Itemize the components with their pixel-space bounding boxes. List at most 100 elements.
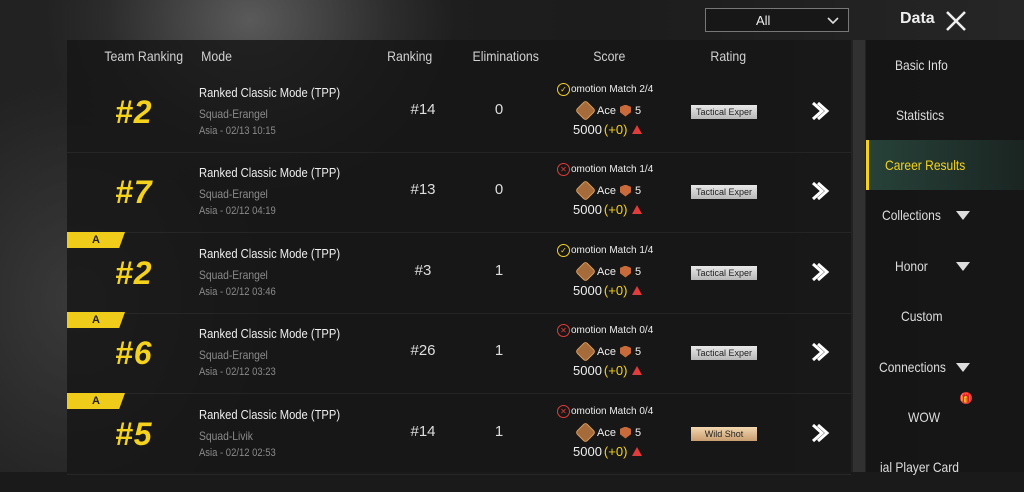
shield-icon	[619, 184, 631, 197]
chevron-right-icon[interactable]	[808, 341, 830, 363]
sidebar-item-statistics[interactable]: Statistics	[866, 90, 1024, 140]
match-date: Asia - 02/13 10:15	[199, 125, 276, 137]
dropdown-triangle-icon	[956, 363, 970, 372]
sidebar-item-wow[interactable]: WOW	[866, 392, 1024, 442]
filter-dropdown[interactable]: All	[705, 8, 849, 32]
sidebar-item-ial-player-card[interactable]: ial Player Card	[866, 442, 1024, 492]
score-value: 5000	[573, 122, 602, 137]
warning-icon	[632, 286, 643, 295]
chevron-right-icon[interactable]	[808, 180, 830, 202]
sidebar-item-label: Connections	[879, 359, 946, 375]
promotion-text: omotion Match 1/4	[571, 245, 654, 256]
ranking-value: #14	[410, 101, 436, 118]
score-value: 5000	[573, 283, 602, 298]
sidebar-item-custom[interactable]: Custom	[866, 291, 1024, 341]
map-name: Squad-Livik	[199, 429, 253, 443]
tier-name: Ace	[597, 184, 616, 197]
tier-level: 5	[634, 104, 642, 117]
sidebar-item-career-results[interactable]: Career Results	[866, 140, 1024, 190]
team-rank: #6	[115, 335, 153, 371]
column-header-team-ranking: Team Ranking	[104, 48, 184, 64]
column-header-eliminations: Eliminations	[472, 48, 539, 64]
eliminations-value: 0	[494, 101, 504, 118]
table-row[interactable]: #2 Ranked Classic Mode (TPP) Squad-Erang…	[67, 72, 851, 153]
column-header-mode: Mode	[201, 48, 232, 64]
cross-circle-icon: ✕	[557, 405, 570, 418]
tier: Ace 5	[574, 99, 642, 122]
sidebar-item-collections[interactable]: Collections	[866, 190, 1024, 240]
promotion-status: ✓ omotion Match 2/4	[557, 83, 697, 96]
tier: Ace 5	[574, 421, 642, 444]
filter-value: All	[756, 13, 771, 28]
table-row[interactable]: A #5 Ranked Classic Mode (TPP) Squad-Liv…	[67, 393, 851, 475]
sidebar-item-label: Custom	[901, 308, 943, 324]
team-rank: #2	[115, 255, 153, 291]
sidebar-item-label: WOW	[908, 409, 941, 425]
shield-icon	[619, 104, 631, 117]
gift-icon: 🎁	[960, 392, 972, 404]
scrollbar[interactable]	[853, 40, 865, 472]
promotion-status: ✓ omotion Match 1/4	[557, 244, 697, 257]
table-row[interactable]: A #2 Ranked Classic Mode (TPP) Squad-Era…	[67, 232, 851, 314]
shield-icon	[619, 265, 631, 278]
mode-name: Ranked Classic Mode (TPP)	[199, 407, 341, 422]
tier-name: Ace	[597, 426, 616, 439]
check-circle-icon: ✓	[557, 244, 570, 257]
mode-name: Ranked Classic Mode (TPP)	[199, 165, 341, 180]
table-row[interactable]: #7 Ranked Classic Mode (TPP) Squad-Erang…	[67, 152, 851, 233]
score-delta: (+0)	[603, 283, 628, 298]
promotion-text: omotion Match 0/4	[571, 325, 654, 336]
eliminations-value: 1	[494, 423, 504, 440]
mode-name: Ranked Classic Mode (TPP)	[199, 326, 341, 341]
shield-icon	[619, 426, 631, 439]
tier: Ace 5	[574, 340, 641, 363]
sidebar-item-label: Basic Info	[895, 57, 948, 73]
sidebar-item-honor[interactable]: Honor	[866, 241, 1024, 291]
rating-label: Tactical Exper	[691, 346, 757, 360]
eliminations-value: 1	[494, 342, 504, 359]
table-row[interactable]: A #6 Ranked Classic Mode (TPP) Squad-Era…	[67, 312, 851, 394]
map-name: Squad-Erangel	[199, 107, 268, 121]
warning-icon	[632, 447, 643, 456]
tier-medal-icon	[574, 340, 597, 363]
rating-label: Tactical Exper	[691, 266, 757, 280]
map-name: Squad-Erangel	[199, 187, 268, 201]
close-icon[interactable]	[945, 10, 967, 32]
score: 5000 (+0)	[573, 202, 643, 217]
column-header-rating: Rating	[710, 48, 747, 64]
score-value: 5000	[573, 363, 602, 378]
tier-medal-icon	[574, 179, 597, 202]
match-date: Asia - 02/12 03:23	[199, 366, 276, 378]
rank-badge: A	[67, 393, 125, 409]
sidebar-item-label: ial Player Card	[880, 459, 959, 475]
score: 5000 (+0)	[573, 122, 643, 137]
chevron-right-icon[interactable]	[808, 261, 830, 283]
sidebar-item-label: Statistics	[896, 107, 945, 123]
sidebar-item-connections[interactable]: Connections	[866, 342, 1024, 392]
map-name: Squad-Erangel	[199, 268, 268, 282]
warning-icon	[632, 366, 643, 375]
mode-name: Ranked Classic Mode (TPP)	[199, 85, 341, 100]
promotion-text: omotion Match 0/4	[571, 406, 654, 417]
warning-icon	[632, 205, 643, 214]
promotion-text: omotion Match 2/4	[571, 84, 654, 95]
promotion-status: ✕ omotion Match 0/4	[557, 324, 697, 337]
match-date: Asia - 02/12 03:46	[199, 286, 276, 298]
chevron-right-icon[interactable]	[808, 422, 830, 444]
chevron-right-icon[interactable]	[808, 100, 830, 122]
mode-name: Ranked Classic Mode (TPP)	[199, 246, 341, 261]
cross-circle-icon: ✕	[557, 163, 570, 176]
score: 5000 (+0)	[573, 363, 643, 378]
sidebar-item-basic-info[interactable]: Basic Info	[866, 40, 1024, 90]
promotion-text: omotion Match 1/4	[571, 164, 654, 175]
tier-level: 5	[634, 426, 642, 439]
eliminations-value: 0	[494, 181, 504, 198]
rating-label: Tactical Exper	[691, 105, 757, 119]
tier-level: 5	[634, 265, 642, 278]
score-delta: (+0)	[603, 202, 628, 217]
team-rank: #7	[115, 174, 153, 210]
promotion-status: ✕ omotion Match 1/4	[557, 163, 697, 176]
map-name: Squad-Erangel	[199, 348, 268, 362]
tier: Ace 5	[574, 179, 641, 202]
score-delta: (+0)	[603, 363, 628, 378]
